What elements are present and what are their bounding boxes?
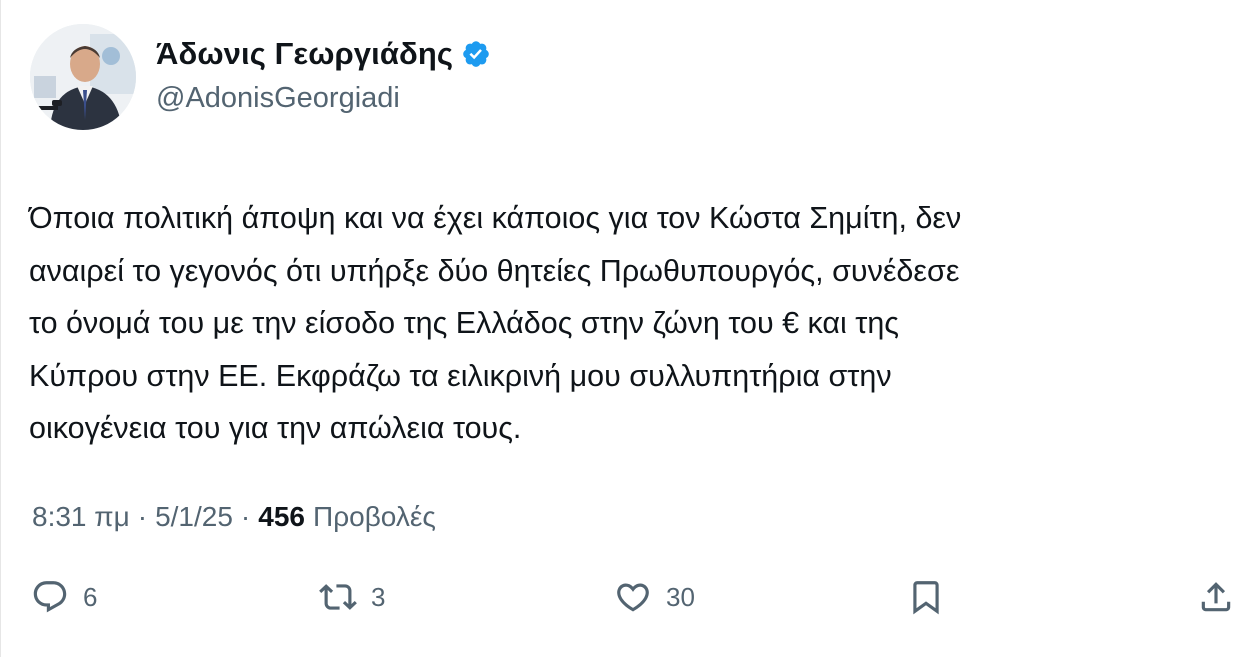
- avatar-image: [30, 24, 136, 130]
- retweet-button[interactable]: 3: [319, 570, 385, 624]
- like-button[interactable]: 30: [614, 570, 695, 624]
- meta-separator: ·: [137, 501, 148, 532]
- reply-count: 6: [83, 581, 98, 612]
- views-count[interactable]: 456: [258, 501, 305, 533]
- tweet-card: Άδωνις Γεωργιάδης @AdonisGeorgiadi Όποια…: [0, 0, 1247, 657]
- tweet-text: Όποια πολιτική άποψη και να έχει κάποιος…: [29, 201, 962, 445]
- meta-separator: ·: [240, 501, 251, 532]
- views-label[interactable]: Προβολές: [313, 501, 436, 533]
- author-handle[interactable]: @AdonisGeorgiadi: [156, 82, 400, 115]
- tweet-date[interactable]: 5/1/25: [155, 501, 233, 533]
- heart-icon: [617, 583, 649, 612]
- like-count: 30: [666, 581, 695, 612]
- retweet-count: 3: [371, 581, 386, 612]
- reply-icon: [33, 581, 67, 613]
- verified-badge-icon[interactable]: [461, 39, 491, 69]
- bookmark-icon: [913, 581, 939, 615]
- tweet-time[interactable]: 8:31 πμ: [32, 501, 130, 533]
- author-display-name[interactable]: Άδωνις Γεωργιάδης: [156, 36, 453, 72]
- reply-button[interactable]: 6: [31, 570, 97, 624]
- avatar[interactable]: [30, 24, 136, 130]
- tweet-meta: 8:31 πμ · 5/1/25 · 456 Προβολές: [32, 501, 436, 533]
- share-icon: [1201, 582, 1231, 612]
- share-button[interactable]: [1197, 570, 1235, 624]
- bookmark-button[interactable]: [907, 570, 945, 624]
- author-name-row[interactable]: Άδωνις Γεωργιάδης: [156, 36, 491, 72]
- retweet-icon: [319, 584, 357, 610]
- action-bar: 6 3 30: [1, 570, 1247, 624]
